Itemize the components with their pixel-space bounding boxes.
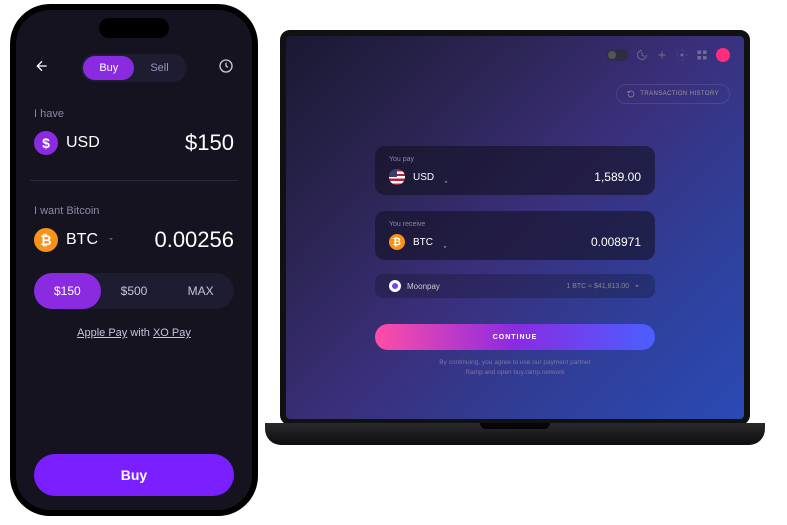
laptop-base (265, 423, 765, 445)
transaction-history-button[interactable]: TRANSACTION HISTORY (616, 84, 730, 104)
receive-amount: 0.008971 (591, 235, 641, 249)
tab-sell[interactable]: Sell (134, 56, 184, 80)
have-currency: USD (66, 134, 100, 152)
you-pay-label: You pay (389, 156, 641, 163)
usd-icon: $ (34, 131, 58, 155)
phone-mockup: Buy Sell I have $ USD $150 I want Bitcoi… (10, 4, 258, 516)
transaction-history-label: TRANSACTION HISTORY (640, 91, 719, 97)
you-receive-label: You receive (389, 221, 641, 228)
want-currency: BTC (66, 231, 98, 249)
provider-rate: 1 BTC ≈ $41,813.00 (566, 283, 629, 290)
btc-icon: ₿ (34, 228, 58, 252)
buy-sell-tabs: Buy Sell (81, 54, 186, 82)
settings-icon[interactable] (676, 49, 688, 61)
chevron-down-icon (633, 282, 641, 290)
pay-currency-selector[interactable]: USD (389, 169, 450, 185)
mobile-app: Buy Sell I have $ USD $150 I want Bitcoi… (16, 10, 252, 510)
you-receive-card: You receive ₿ BTC 0.008971 (375, 211, 655, 260)
back-button[interactable] (34, 58, 50, 79)
xo-pay-link[interactable]: XO Pay (153, 327, 191, 339)
chevron-down-icon (441, 238, 449, 246)
pay-currency: USD (413, 172, 434, 183)
want-amount: 0.00256 (154, 227, 234, 253)
continue-label: CONTINUE (493, 334, 538, 341)
preset-150[interactable]: $150 (34, 273, 101, 309)
preset-500[interactable]: $500 (101, 273, 168, 309)
tab-buy[interactable]: Buy (83, 56, 134, 80)
have-amount[interactable]: $150 (185, 130, 234, 156)
history-icon[interactable] (636, 49, 648, 61)
preset-max[interactable]: MAX (167, 273, 234, 309)
theme-toggle[interactable] (606, 49, 628, 61)
add-icon[interactable] (656, 49, 668, 61)
receive-currency: BTC (413, 237, 433, 248)
btc-icon: ₿ (389, 234, 405, 250)
provider-row[interactable]: Moonpay 1 BTC ≈ $41,813.00 (375, 274, 655, 298)
moonpay-icon (389, 280, 401, 292)
buy-button-label: Buy (121, 467, 147, 483)
history-button[interactable] (218, 58, 234, 79)
i-want-section: I want Bitcoin ₿ BTC 0.00256 (34, 205, 234, 253)
apple-pay-link[interactable]: Apple Pay (77, 327, 127, 339)
i-have-section: I have $ USD $150 (34, 108, 234, 156)
i-have-label: I have (34, 108, 234, 120)
i-want-label: I want Bitcoin (34, 205, 234, 217)
provider-name: Moonpay (407, 282, 440, 291)
chevron-down-icon (442, 173, 450, 181)
user-avatar[interactable] (716, 48, 730, 62)
dynamic-island (99, 18, 169, 38)
pay-methods-line: Apple Pay with XO Pay (34, 327, 234, 339)
desktop-app: TRANSACTION HISTORY You pay USD 1,589.00… (280, 30, 750, 425)
disclaimer-text: By continuing, you agree to use our paym… (385, 358, 645, 378)
want-currency-selector[interactable]: ₿ BTC (34, 228, 116, 252)
grid-icon[interactable] (696, 49, 708, 61)
chevron-down-icon (106, 231, 116, 249)
you-pay-card: You pay USD 1,589.00 (375, 146, 655, 195)
buy-button[interactable]: Buy (34, 454, 234, 496)
amount-presets: $150 $500 MAX (34, 273, 234, 309)
receive-currency-selector[interactable]: ₿ BTC (389, 234, 449, 250)
desktop-topbar (606, 48, 730, 62)
pay-amount[interactable]: 1,589.00 (594, 170, 641, 184)
divider (30, 180, 238, 181)
us-flag-icon (389, 169, 405, 185)
laptop-mockup: TRANSACTION HISTORY You pay USD 1,589.00… (265, 30, 765, 470)
continue-button[interactable]: CONTINUE (375, 324, 655, 350)
have-currency-selector[interactable]: $ USD (34, 131, 100, 155)
